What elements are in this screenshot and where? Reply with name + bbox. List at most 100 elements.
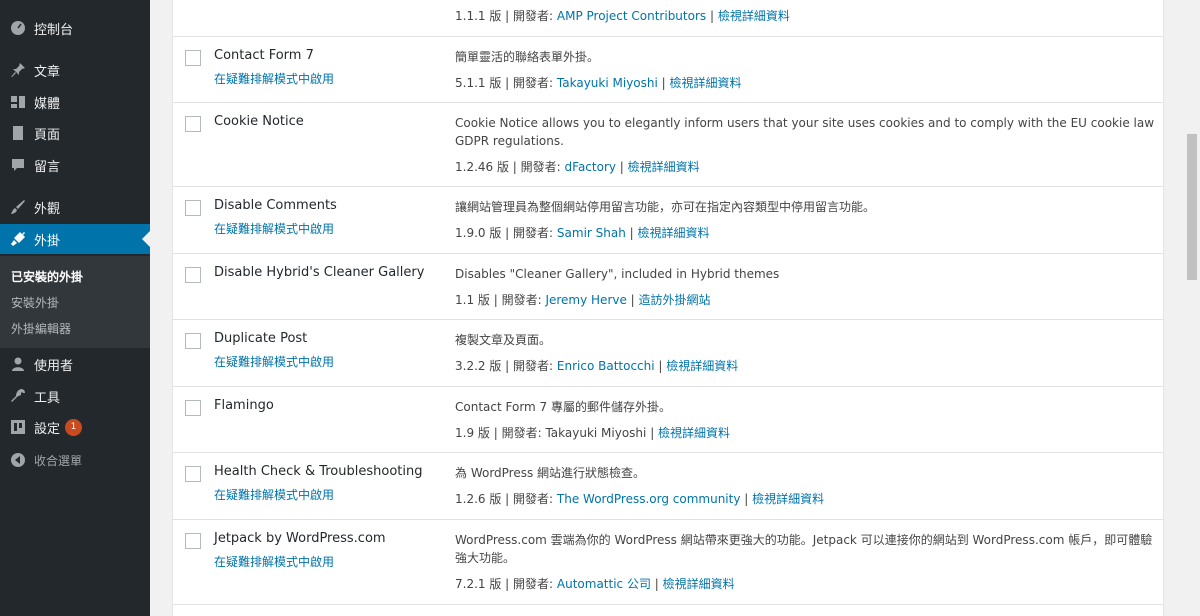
submenu-installed-plugins[interactable]: 已安裝的外掛 — [11, 268, 83, 285]
plugin-description: WordPress.com 雲端為你的 WordPress 網站帶來更強大的功能… — [455, 533, 1153, 565]
plugin-name: Contact Form 7 — [214, 48, 314, 63]
table-row: Duplicate Post 在疑難排解模式中啟用 複製文章及頁面。 3.2.2… — [173, 320, 1163, 387]
plugin-meta: 5.1.1 版 | 開發者: Takayuki Miyoshi | 檢視詳細資料 — [455, 76, 742, 90]
plugin-name: Jetpack by WordPress.com — [214, 531, 386, 546]
wrench-icon — [0, 388, 34, 404]
menu-label: 工具 — [34, 390, 61, 406]
plugin-meta: 1.1 版 | 開發者: Jeremy Herve | 造訪外掛網站 — [455, 293, 711, 307]
submenu-plugin-editor[interactable]: 外掛編輯器 — [11, 320, 71, 337]
plugin-description: Disables "Cleaner Gallery", included in … — [455, 267, 780, 281]
author-link[interactable]: The WordPress.org community — [557, 492, 741, 506]
plugin-checkbox[interactable] — [185, 400, 201, 416]
troubleshoot-enable-link[interactable]: 在疑難排解模式中啟用 — [214, 353, 334, 370]
view-details-link[interactable]: 檢視詳細資料 — [663, 577, 735, 591]
table-row: Contact Form 7 在疑難排解模式中啟用 簡單靈活的聯絡表單外掛。 5… — [173, 37, 1163, 103]
plugin-description: 簡單靈活的聯絡表單外掛。 — [455, 50, 600, 64]
plugin-meta: 1.1.1 版 | 開發者: AMP Project Contributors … — [455, 9, 790, 23]
plugin-checkbox[interactable] — [185, 200, 201, 216]
plugin-name: Flamingo — [214, 398, 274, 413]
brush-icon — [0, 199, 34, 215]
view-details-link[interactable]: 檢視詳細資料 — [628, 160, 700, 174]
scrollbar-thumb[interactable] — [1187, 134, 1197, 280]
plugins-submenu: 已安裝的外掛 安裝外掛 外掛編輯器 — [0, 256, 150, 348]
view-details-link[interactable]: 檢視詳細資料 — [670, 76, 742, 90]
author-link[interactable]: Automattic 公司 — [557, 577, 651, 591]
collapse-menu-button[interactable]: 收合選單 — [0, 445, 150, 475]
plugins-table: 1.1.1 版 | 開發者: AMP Project Contributors … — [172, 0, 1164, 616]
plugin-description: Contact Form 7 專屬的郵件儲存外掛。 — [455, 400, 671, 414]
plugin-meta: 1.9.0 版 | 開發者: Samir Shah | 檢視詳細資料 — [455, 226, 710, 240]
submenu-add-plugin[interactable]: 安裝外掛 — [11, 294, 59, 311]
pin-icon — [0, 62, 34, 78]
user-icon — [0, 356, 34, 372]
menu-label: 控制台 — [34, 22, 74, 38]
plugin-meta: 1.2.6 版 | 開發者: The WordPress.org communi… — [455, 492, 825, 506]
table-row: Health Check & Troubleshooting 在疑難排解模式中啟… — [173, 453, 1163, 520]
menu-label: 媒體 — [34, 96, 61, 112]
author-link[interactable]: dFactory — [565, 160, 616, 174]
visit-plugin-site-link[interactable]: 造訪外掛網站 — [639, 293, 711, 307]
plugin-meta: 3.2.2 版 | 開發者: Enrico Battocchi | 檢視詳細資料 — [455, 359, 739, 373]
author-link[interactable]: Samir Shah — [557, 226, 626, 240]
table-row: Flamingo Contact Form 7 專屬的郵件儲存外掛。 1.9 版… — [173, 387, 1163, 453]
author-link[interactable]: Takayuki Miyoshi — [557, 76, 658, 90]
plugin-checkbox[interactable] — [185, 466, 201, 482]
plugin-description: 複製文章及頁面。 — [455, 333, 552, 347]
table-row: Disable Hybrid's Cleaner Gallery Disable… — [173, 254, 1163, 320]
admin-sidebar: 控制台 文章 媒體 頁面 留言 外觀 外掛 已安裝的外掛 安裝外掛 外掛編輯器 … — [0, 0, 150, 616]
troubleshoot-enable-link[interactable]: 在疑難排解模式中啟用 — [214, 553, 334, 570]
menu-appearance[interactable]: 外觀 — [0, 192, 150, 222]
menu-pages[interactable]: 頁面 — [0, 118, 150, 148]
view-details-link[interactable]: 檢視詳細資料 — [718, 9, 790, 23]
plugin-name: Disable Hybrid's Cleaner Gallery — [214, 265, 425, 280]
view-details-link[interactable]: 檢視詳細資料 — [658, 426, 730, 440]
menu-dashboard[interactable]: 控制台 — [0, 13, 150, 43]
settings-icon — [0, 419, 34, 435]
troubleshoot-enable-link[interactable]: 在疑難排解模式中啟用 — [214, 220, 334, 237]
menu-tools[interactable]: 工具 — [0, 381, 150, 411]
menu-label: 文章 — [34, 64, 61, 80]
comment-icon — [0, 157, 34, 173]
troubleshoot-enable-link[interactable]: 在疑難排解模式中啟用 — [214, 486, 334, 503]
menu-label: 外觀 — [34, 201, 61, 217]
troubleshoot-enable-link[interactable]: 在疑難排解模式中啟用 — [214, 70, 334, 87]
menu-posts[interactable]: 文章 — [0, 55, 150, 85]
collapse-icon — [0, 452, 34, 468]
author-link[interactable]: Jeremy Herve — [545, 293, 626, 307]
table-row: Cookie Notice Cookie Notice allows you t… — [173, 103, 1163, 187]
media-icon — [0, 94, 34, 110]
menu-label: 收合選單 — [34, 453, 83, 468]
plugin-name: Health Check & Troubleshooting — [214, 464, 423, 479]
page-scrollbar[interactable] — [1183, 0, 1200, 616]
view-details-link[interactable]: 檢視詳細資料 — [752, 492, 824, 506]
plugin-checkbox[interactable] — [185, 116, 201, 132]
view-details-link[interactable]: 檢視詳細資料 — [666, 359, 738, 373]
plugin-description: Cookie Notice allows you to elegantly in… — [455, 116, 1155, 148]
plugin-checkbox[interactable] — [185, 533, 201, 549]
plugin-checkbox[interactable] — [185, 333, 201, 349]
plugin-name: Disable Comments — [214, 198, 337, 213]
menu-label: 設定 — [34, 421, 61, 437]
menu-media[interactable]: 媒體 — [0, 87, 150, 117]
menu-settings[interactable]: 設定 1 — [0, 412, 150, 442]
view-details-link[interactable]: 檢視詳細資料 — [638, 226, 710, 240]
menu-label: 留言 — [34, 159, 61, 175]
plugin-checkbox[interactable] — [185, 267, 201, 283]
plugin-meta: 7.2.1 版 | 開發者: Automattic 公司 | 檢視詳細資料 — [455, 577, 735, 591]
plugin-icon — [0, 231, 34, 247]
plugin-name: Cookie Notice — [214, 114, 304, 129]
menu-users[interactable]: 使用者 — [0, 349, 150, 379]
menu-comments[interactable]: 留言 — [0, 150, 150, 180]
plugin-description: 為 WordPress 網站進行狀態檢查。 — [455, 466, 646, 480]
table-row: 1.1.1 版 | 開發者: AMP Project Contributors … — [173, 0, 1163, 37]
page-icon — [0, 125, 34, 141]
table-row: Disable Comments 在疑難排解模式中啟用 讓網站管理員為整個網站停… — [173, 187, 1163, 254]
menu-plugins[interactable]: 外掛 — [0, 224, 150, 254]
plugin-checkbox[interactable] — [185, 50, 201, 66]
table-row: Jetpack by WordPress.com 在疑難排解模式中啟用 Word… — [173, 520, 1163, 605]
author-link[interactable]: AMP Project Contributors — [557, 9, 706, 23]
dashboard-icon — [0, 20, 34, 36]
author-link[interactable]: Enrico Battocchi — [557, 359, 655, 373]
update-count-badge: 1 — [65, 418, 83, 436]
author-name: Takayuki Miyoshi — [545, 426, 647, 440]
